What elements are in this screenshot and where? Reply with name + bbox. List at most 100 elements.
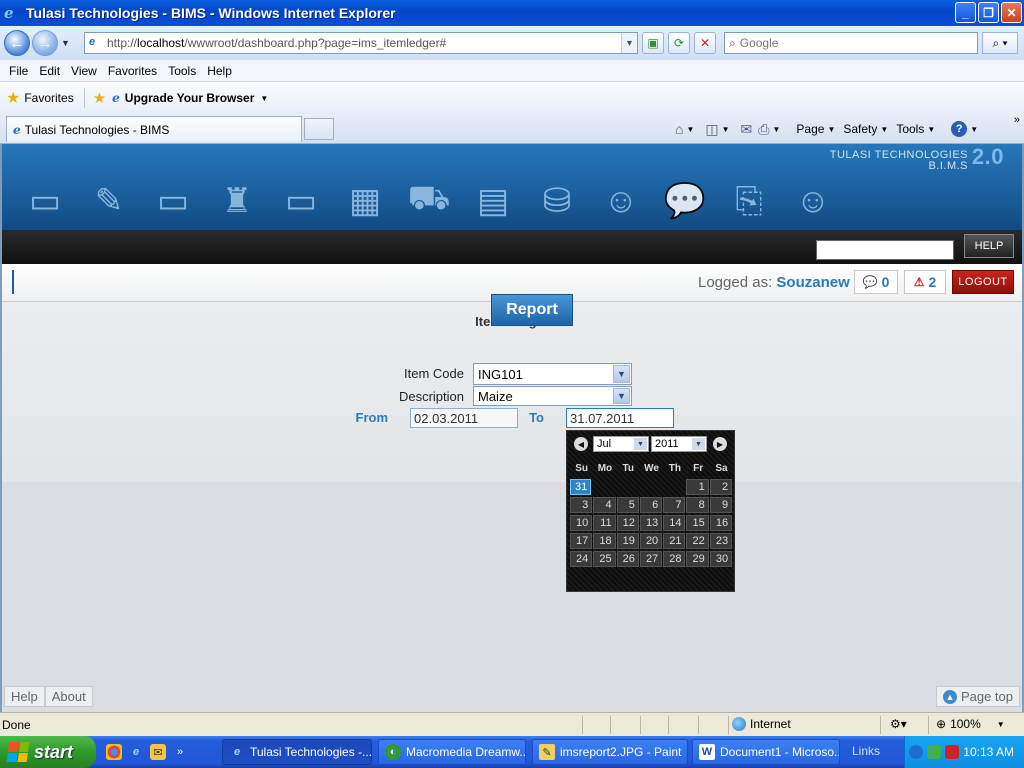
safety-menu[interactable]: Safety xyxy=(843,122,877,136)
outlook-icon[interactable]: ✉ xyxy=(150,744,166,760)
print-dropdown-icon[interactable]: ▼ xyxy=(772,125,780,134)
user-icon[interactable]: ☺ xyxy=(596,178,646,224)
calendar-day[interactable]: 14 xyxy=(663,515,686,531)
feeds-dropdown-icon[interactable]: ▼ xyxy=(722,125,730,134)
month-select[interactable]: Jul ▼ xyxy=(593,436,649,452)
footer-about-link[interactable]: About xyxy=(44,686,93,707)
calendar-day[interactable]: 9 xyxy=(709,497,733,513)
report-button[interactable]: Report xyxy=(491,294,573,326)
prev-month-icon[interactable]: ◀ xyxy=(574,437,588,451)
help-icon[interactable]: ? xyxy=(951,121,968,137)
add-favorite-icon[interactable]: ★ xyxy=(93,89,106,107)
alerts-badge[interactable]: ⚠ 2 xyxy=(904,270,946,294)
description-select[interactable]: Maize ▼ xyxy=(473,386,632,406)
document-pen-icon[interactable]: ✎ xyxy=(84,178,134,224)
chevron-icon[interactable]: » xyxy=(1014,114,1020,126)
task-ie[interactable]: e Tulasi Technologies -... xyxy=(222,739,372,765)
upgrade-browser-link[interactable]: Upgrade Your Browser xyxy=(125,91,255,105)
calendar-day[interactable]: 6 xyxy=(639,497,663,513)
home-icon[interactable]: ⌂ xyxy=(675,121,683,137)
calculator-icon[interactable]: ▦ xyxy=(340,178,390,224)
stop-button[interactable]: ✕ xyxy=(694,32,716,54)
database-add-icon[interactable]: ⛁ xyxy=(532,178,582,224)
item-code-select[interactable]: ING101 ▼ xyxy=(473,363,632,385)
calendar-day[interactable]: 3 xyxy=(570,497,593,513)
address-dropdown-icon[interactable]: ▼ xyxy=(621,33,637,53)
calendar-day[interactable]: 26 xyxy=(616,551,639,567)
calendar-day[interactable]: 11 xyxy=(593,515,616,531)
menu-view[interactable]: View xyxy=(71,64,97,78)
menu-favorites[interactable]: Favorites xyxy=(108,64,157,78)
new-tab-button[interactable] xyxy=(304,118,334,140)
messages-badge[interactable]: 💬 0 xyxy=(854,270,898,294)
security-zone[interactable]: Internet xyxy=(732,717,791,731)
calendar-day[interactable]: 2 xyxy=(709,479,733,495)
factory-icon[interactable]: ♜ xyxy=(212,178,262,224)
safety-dropdown-icon[interactable]: ▼ xyxy=(880,125,888,134)
calendar-day[interactable]: 5 xyxy=(616,497,639,513)
from-date-input[interactable]: 02.03.2011 xyxy=(410,408,518,428)
header-search-input[interactable] xyxy=(816,240,954,260)
tools-dropdown-icon[interactable]: ▼ xyxy=(927,125,935,134)
calendar-day[interactable]: 8 xyxy=(686,497,709,513)
calendar-day[interactable]: 20 xyxy=(639,533,663,549)
calendar-day[interactable]: 4 xyxy=(593,497,616,513)
protected-mode-icon[interactable]: ⚙▾ xyxy=(890,717,907,731)
history-dropdown-icon[interactable]: ▼ xyxy=(61,38,70,48)
mail-icon[interactable]: ✉ xyxy=(741,121,753,138)
calendar-day[interactable]: 17 xyxy=(570,533,593,549)
page-top-link[interactable]: ▲ Page top xyxy=(935,686,1020,707)
refresh-button[interactable]: ⟳ xyxy=(668,32,690,54)
quick-launch-expand-icon[interactable]: » xyxy=(172,744,188,760)
chat-icon[interactable]: 💬 xyxy=(660,178,710,224)
chevron-down-icon[interactable]: ▼ xyxy=(613,388,630,404)
page-dropdown-icon[interactable]: ▼ xyxy=(827,125,835,134)
start-button[interactable]: start xyxy=(0,736,96,768)
task-dreamweaver[interactable]: ◐ Macromedia Dreamw... xyxy=(378,739,526,765)
calendar-day[interactable]: 7 xyxy=(663,497,686,513)
upgrade-dropdown-icon[interactable]: ▼ xyxy=(260,94,268,103)
zoom-control[interactable]: ⊕ 100% ▼ xyxy=(936,717,1005,731)
search-input[interactable]: ⌕ Google xyxy=(724,32,978,54)
calendar-day[interactable]: 23 xyxy=(709,533,733,549)
inventory-icon[interactable]: ▤ xyxy=(468,178,518,224)
search-go-button[interactable]: ⌕ ▾ xyxy=(982,32,1018,54)
restore-button[interactable]: ❐ xyxy=(978,2,999,23)
menu-edit[interactable]: Edit xyxy=(39,64,60,78)
task-word[interactable]: W Document1 - Microso... xyxy=(692,739,840,765)
home-dropdown-icon[interactable]: ▼ xyxy=(686,125,694,134)
save-icon[interactable]: ⎘ xyxy=(724,178,774,224)
menu-file[interactable]: File xyxy=(9,64,28,78)
chevron-down-icon[interactable]: ▼ xyxy=(692,438,705,450)
calendar-day[interactable]: 1 xyxy=(686,479,709,495)
calendar-day[interactable]: 13 xyxy=(639,515,663,531)
back-button[interactable]: ← xyxy=(4,30,30,56)
menu-tools[interactable]: Tools xyxy=(168,64,196,78)
calendar-day[interactable]: 22 xyxy=(686,533,709,549)
links-toolbar[interactable]: Links xyxy=(852,744,880,758)
minimize-button[interactable]: _ xyxy=(955,2,976,23)
help-button[interactable]: HELP xyxy=(964,234,1014,258)
calendar-day[interactable]: 10 xyxy=(570,515,593,531)
help-dropdown-icon[interactable]: ▼ xyxy=(970,125,978,134)
monitor-icon[interactable]: ▭ xyxy=(20,178,70,224)
calendar-day[interactable]: 16 xyxy=(709,515,733,531)
print-icon[interactable]: ⎙ xyxy=(758,121,769,138)
tools-menu[interactable]: Tools xyxy=(896,122,924,136)
favorites-button[interactable]: Favorites xyxy=(24,91,73,105)
logout-button[interactable]: LOGOUT xyxy=(952,270,1014,294)
forward-button[interactable]: → xyxy=(32,30,58,56)
user-icon[interactable]: ☺ xyxy=(788,178,838,224)
antivirus-icon[interactable] xyxy=(945,745,959,759)
calendar-day[interactable]: 21 xyxy=(663,533,686,549)
calendar-day[interactable]: 15 xyxy=(686,515,709,531)
feeds-icon[interactable]: ◫ xyxy=(705,121,718,138)
truck-icon[interactable]: ⛟ xyxy=(404,178,454,224)
favorites-star-icon[interactable]: ★ xyxy=(6,88,20,108)
chevron-down-icon[interactable]: ▼ xyxy=(613,365,630,383)
calendar-day[interactable]: 25 xyxy=(593,551,616,567)
task-paint[interactable]: ✎ imsreport2.JPG - Paint xyxy=(532,739,688,765)
calendar-day[interactable]: 27 xyxy=(639,551,663,567)
calendar-day[interactable]: 18 xyxy=(593,533,616,549)
calendar-day[interactable]: 19 xyxy=(616,533,639,549)
